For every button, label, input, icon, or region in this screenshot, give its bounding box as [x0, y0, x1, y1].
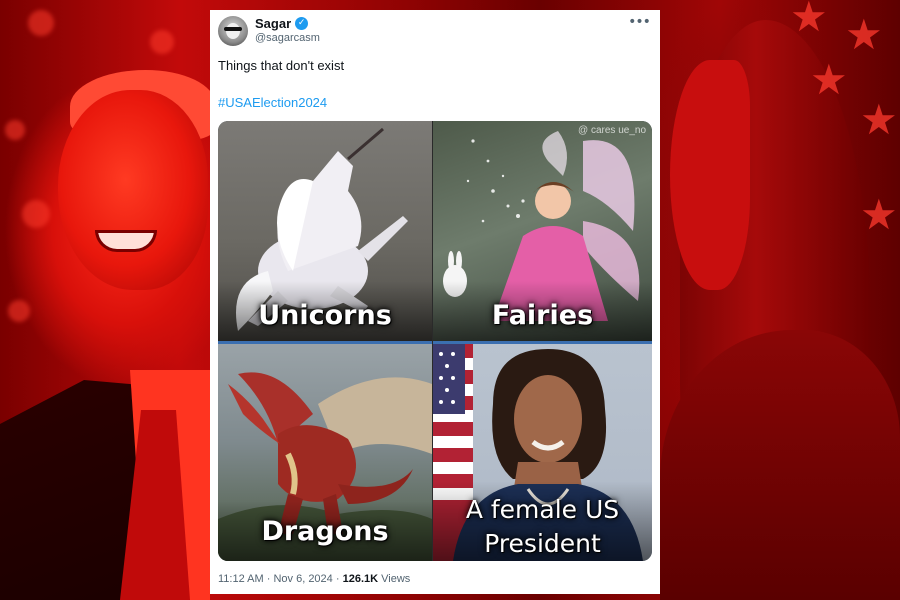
tweet-meta-row: 11:12 AM · Nov 6, 2024 · 126.1K Views	[218, 573, 410, 585]
panel-caption: Unicorns	[258, 300, 392, 331]
tweet-text: Things that don't exist	[218, 58, 345, 73]
panel-caption: Fairies	[491, 300, 594, 331]
tweet-date[interactable]: Nov 6, 2024	[273, 573, 332, 585]
grid-divider	[432, 121, 433, 561]
star-decoration: ★	[845, 10, 883, 59]
hashtag-link[interactable]: #USAElection2024	[218, 95, 327, 110]
author-name-row: Sagar ✓	[255, 16, 309, 31]
display-name[interactable]: Sagar	[255, 16, 291, 31]
bokeh-light	[150, 30, 174, 54]
media-image-grid[interactable]: Unicorns @ cares ue_no Fairies Dragons A…	[218, 121, 652, 561]
panel-caption: A female US President	[433, 493, 652, 561]
dragon-panel: Dragons	[218, 344, 432, 561]
separator-dot: ·	[335, 573, 340, 585]
star-decoration: ★	[790, 0, 828, 41]
caption-line-1: A female US	[465, 495, 620, 524]
verified-check-icon: ✓	[295, 17, 309, 30]
star-decoration: ★	[860, 190, 898, 239]
portrait-panel: A female US President	[433, 344, 652, 561]
image-watermark: @ cares ue_no	[578, 125, 646, 136]
user-handle[interactable]: @sagarcasm	[255, 32, 320, 44]
views-count: 126.1K	[342, 573, 379, 585]
fairy-panel: @ cares ue_no Fairies	[433, 121, 652, 341]
right-figure-photo	[660, 0, 900, 600]
views-label: Views	[381, 573, 411, 585]
grid-divider	[218, 341, 652, 344]
tweet-time[interactable]: 11:12 AM	[218, 573, 264, 585]
star-decoration: ★	[860, 95, 898, 144]
star-decoration: ★	[810, 55, 848, 104]
avatar-face	[226, 23, 240, 39]
panel-caption: Dragons	[261, 516, 389, 547]
avatar[interactable]	[218, 16, 248, 46]
separator-dot: ·	[266, 573, 271, 585]
face	[670, 60, 750, 290]
unicorn-panel: Unicorns	[218, 121, 432, 341]
sunglasses-icon	[224, 27, 242, 31]
caption-line-2: President	[484, 529, 601, 558]
tweet-card: Sagar ✓ @sagarcasm ••• Things that don't…	[210, 10, 660, 594]
more-options-icon[interactable]: •••	[628, 13, 651, 33]
bokeh-light	[28, 10, 54, 36]
head	[58, 90, 208, 290]
left-figure-photo	[0, 60, 230, 600]
